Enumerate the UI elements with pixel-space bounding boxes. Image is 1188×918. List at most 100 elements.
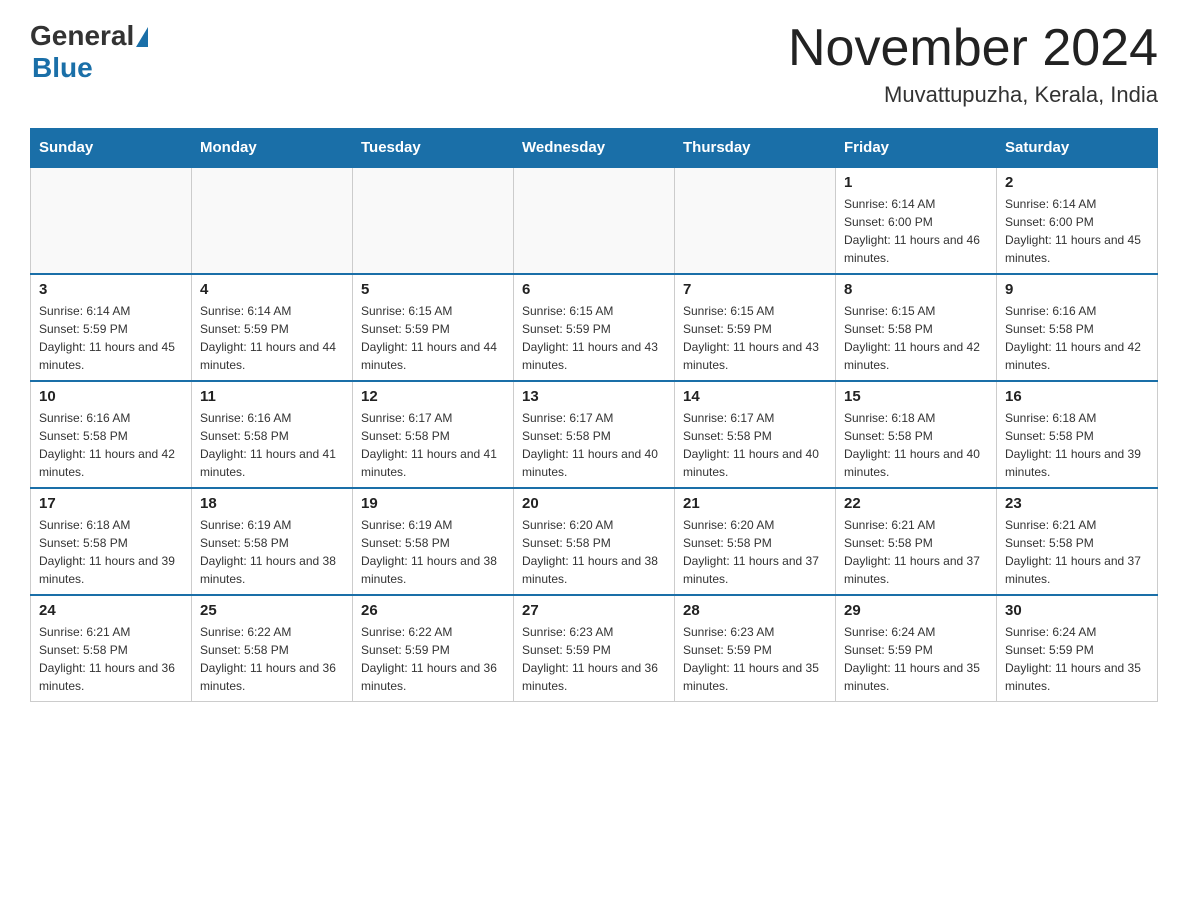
calendar-day-cell: 15 Sunrise: 6:18 AM Sunset: 5:58 PM Dayli… [836, 381, 997, 488]
day-info: Sunrise: 6:15 AM Sunset: 5:58 PM Dayligh… [844, 302, 988, 374]
day-info: Sunrise: 6:21 AM Sunset: 5:58 PM Dayligh… [39, 623, 183, 695]
day-info: Sunrise: 6:24 AM Sunset: 5:59 PM Dayligh… [1005, 623, 1149, 695]
day-number: 13 [522, 388, 666, 405]
day-info: Sunrise: 6:14 AM Sunset: 5:59 PM Dayligh… [39, 302, 183, 374]
day-number: 7 [683, 281, 827, 298]
day-number: 24 [39, 602, 183, 619]
calendar-day-cell: 17 Sunrise: 6:18 AM Sunset: 5:58 PM Dayli… [31, 488, 192, 595]
day-info: Sunrise: 6:18 AM Sunset: 5:58 PM Dayligh… [39, 516, 183, 588]
day-number: 4 [200, 281, 344, 298]
calendar-day-cell: 24 Sunrise: 6:21 AM Sunset: 5:58 PM Dayli… [31, 595, 192, 702]
calendar-day-header: Saturday [997, 129, 1158, 168]
day-info: Sunrise: 6:14 AM Sunset: 6:00 PM Dayligh… [844, 195, 988, 267]
day-number: 18 [200, 495, 344, 512]
day-number: 6 [522, 281, 666, 298]
day-number: 12 [361, 388, 505, 405]
day-number: 27 [522, 602, 666, 619]
day-info: Sunrise: 6:16 AM Sunset: 5:58 PM Dayligh… [200, 409, 344, 481]
calendar-day-cell: 6Sunrise: 6:15 AM Sunset: 5:59 PM Daylig… [514, 274, 675, 381]
calendar-day-cell: 18 Sunrise: 6:19 AM Sunset: 5:58 PM Dayli… [192, 488, 353, 595]
calendar-table: SundayMondayTuesdayWednesdayThursdayFrid… [30, 128, 1158, 702]
calendar-week-row: 24 Sunrise: 6:21 AM Sunset: 5:58 PM Dayli… [31, 595, 1158, 702]
calendar-day-cell: 16 Sunrise: 6:18 AM Sunset: 5:58 PM Dayli… [997, 381, 1158, 488]
calendar-week-row: 10Sunrise: 6:16 AM Sunset: 5:58 PM Dayli… [31, 381, 1158, 488]
calendar-day-cell: 3 Sunrise: 6:14 AM Sunset: 5:59 PM Daylig… [31, 274, 192, 381]
day-info: Sunrise: 6:19 AM Sunset: 5:58 PM Dayligh… [361, 516, 505, 588]
calendar-title: November 2024 [788, 20, 1158, 77]
day-info: Sunrise: 6:14 AM Sunset: 5:59 PM Dayligh… [200, 302, 344, 374]
day-info: Sunrise: 6:18 AM Sunset: 5:58 PM Dayligh… [844, 409, 988, 481]
day-number: 14 [683, 388, 827, 405]
day-info: Sunrise: 6:21 AM Sunset: 5:58 PM Dayligh… [1005, 516, 1149, 588]
day-number: 3 [39, 281, 183, 298]
calendar-day-cell: 4 Sunrise: 6:14 AM Sunset: 5:59 PM Daylig… [192, 274, 353, 381]
day-info: Sunrise: 6:18 AM Sunset: 5:58 PM Dayligh… [1005, 409, 1149, 481]
calendar-day-cell: 28Sunrise: 6:23 AM Sunset: 5:59 PM Dayli… [675, 595, 836, 702]
day-number: 16 [1005, 388, 1149, 405]
calendar-day-cell [192, 167, 353, 274]
calendar-week-row: 17 Sunrise: 6:18 AM Sunset: 5:58 PM Dayli… [31, 488, 1158, 595]
day-info: Sunrise: 6:16 AM Sunset: 5:58 PM Dayligh… [1005, 302, 1149, 374]
calendar-day-cell: 12Sunrise: 6:17 AM Sunset: 5:58 PM Dayli… [353, 381, 514, 488]
day-number: 1 [844, 174, 988, 191]
calendar-day-cell: 29Sunrise: 6:24 AM Sunset: 5:59 PM Dayli… [836, 595, 997, 702]
calendar-day-cell: 1 Sunrise: 6:14 AM Sunset: 6:00 PM Daylig… [836, 167, 997, 274]
day-info: Sunrise: 6:20 AM Sunset: 5:58 PM Dayligh… [683, 516, 827, 588]
day-number: 8 [844, 281, 988, 298]
calendar-day-cell [514, 167, 675, 274]
calendar-day-cell: 30 Sunrise: 6:24 AM Sunset: 5:59 PM Dayli… [997, 595, 1158, 702]
day-info: Sunrise: 6:24 AM Sunset: 5:59 PM Dayligh… [844, 623, 988, 695]
day-info: Sunrise: 6:23 AM Sunset: 5:59 PM Dayligh… [522, 623, 666, 695]
day-number: 30 [1005, 602, 1149, 619]
title-section: November 2024 Muvattupuzha, Kerala, Indi… [788, 20, 1158, 108]
calendar-day-cell: 11 Sunrise: 6:16 AM Sunset: 5:58 PM Dayli… [192, 381, 353, 488]
day-info: Sunrise: 6:15 AM Sunset: 5:59 PM Dayligh… [683, 302, 827, 374]
page-header: General Blue November 2024 Muvattupuzha,… [30, 20, 1158, 108]
day-number: 17 [39, 495, 183, 512]
calendar-day-cell: 9 Sunrise: 6:16 AM Sunset: 5:58 PM Daylig… [997, 274, 1158, 381]
day-info: Sunrise: 6:20 AM Sunset: 5:58 PM Dayligh… [522, 516, 666, 588]
logo-triangle-icon [136, 27, 148, 47]
day-info: Sunrise: 6:17 AM Sunset: 5:58 PM Dayligh… [522, 409, 666, 481]
calendar-header-row: SundayMondayTuesdayWednesdayThursdayFrid… [31, 129, 1158, 168]
calendar-week-row: 1 Sunrise: 6:14 AM Sunset: 6:00 PM Daylig… [31, 167, 1158, 274]
day-info: Sunrise: 6:15 AM Sunset: 5:59 PM Dayligh… [361, 302, 505, 374]
day-number: 21 [683, 495, 827, 512]
calendar-day-header: Thursday [675, 129, 836, 168]
calendar-day-cell: 5Sunrise: 6:15 AM Sunset: 5:59 PM Daylig… [353, 274, 514, 381]
day-info: Sunrise: 6:22 AM Sunset: 5:59 PM Dayligh… [361, 623, 505, 695]
calendar-day-cell: 22Sunrise: 6:21 AM Sunset: 5:58 PM Dayli… [836, 488, 997, 595]
calendar-day-cell: 14Sunrise: 6:17 AM Sunset: 5:58 PM Dayli… [675, 381, 836, 488]
calendar-day-cell: 23 Sunrise: 6:21 AM Sunset: 5:58 PM Dayli… [997, 488, 1158, 595]
calendar-day-cell: 7 Sunrise: 6:15 AM Sunset: 5:59 PM Daylig… [675, 274, 836, 381]
calendar-day-cell: 21 Sunrise: 6:20 AM Sunset: 5:58 PM Dayli… [675, 488, 836, 595]
logo-blue-text: Blue [32, 52, 93, 83]
calendar-day-cell: 27 Sunrise: 6:23 AM Sunset: 5:59 PM Dayli… [514, 595, 675, 702]
calendar-week-row: 3 Sunrise: 6:14 AM Sunset: 5:59 PM Daylig… [31, 274, 1158, 381]
day-number: 11 [200, 388, 344, 405]
calendar-day-header: Tuesday [353, 129, 514, 168]
calendar-day-cell [353, 167, 514, 274]
day-number: 2 [1005, 174, 1149, 191]
day-number: 23 [1005, 495, 1149, 512]
calendar-day-cell: 25 Sunrise: 6:22 AM Sunset: 5:58 PM Dayli… [192, 595, 353, 702]
calendar-day-header: Sunday [31, 129, 192, 168]
calendar-day-cell: 13 Sunrise: 6:17 AM Sunset: 5:58 PM Dayli… [514, 381, 675, 488]
calendar-day-cell: 2 Sunrise: 6:14 AM Sunset: 6:00 PM Daylig… [997, 167, 1158, 274]
day-info: Sunrise: 6:22 AM Sunset: 5:58 PM Dayligh… [200, 623, 344, 695]
day-info: Sunrise: 6:23 AM Sunset: 5:59 PM Dayligh… [683, 623, 827, 695]
calendar-day-header: Monday [192, 129, 353, 168]
day-number: 25 [200, 602, 344, 619]
calendar-subtitle: Muvattupuzha, Kerala, India [788, 82, 1158, 108]
day-number: 15 [844, 388, 988, 405]
day-number: 9 [1005, 281, 1149, 298]
day-number: 20 [522, 495, 666, 512]
logo-general-text: General [30, 20, 134, 52]
calendar-day-cell: 26Sunrise: 6:22 AM Sunset: 5:59 PM Dayli… [353, 595, 514, 702]
day-number: 22 [844, 495, 988, 512]
day-info: Sunrise: 6:14 AM Sunset: 6:00 PM Dayligh… [1005, 195, 1149, 267]
day-info: Sunrise: 6:19 AM Sunset: 5:58 PM Dayligh… [200, 516, 344, 588]
calendar-day-header: Friday [836, 129, 997, 168]
day-info: Sunrise: 6:16 AM Sunset: 5:58 PM Dayligh… [39, 409, 183, 481]
calendar-day-cell: 20 Sunrise: 6:20 AM Sunset: 5:58 PM Dayli… [514, 488, 675, 595]
